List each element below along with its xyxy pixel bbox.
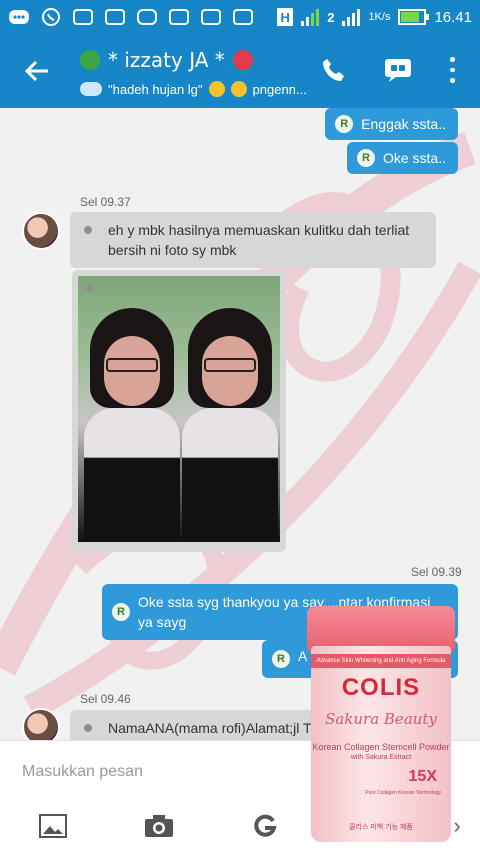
read-badge: R: [356, 149, 375, 167]
chat-title[interactable]: * izzaty JA *: [80, 48, 253, 72]
chat-subtitle: "hadeh hujan lg" pngenn...: [80, 81, 307, 97]
jar-korean-text: 콜리스 미백 기능 제품: [349, 824, 413, 831]
back-arrow-icon[interactable]: [22, 56, 52, 86]
face-icon: [208, 81, 225, 97]
product-jar: Advance Skin Whitening and Anti Aging Fo…: [307, 606, 455, 842]
whatsapp-icon: [40, 8, 62, 26]
status-text-2: pngenn...: [252, 81, 307, 97]
message-text: eh y mbk hasilnya memuaskan kulitku dah …: [108, 222, 410, 258]
network-type: H: [277, 8, 294, 26]
jar-small-text: Pure Collagen Korean Technology: [365, 790, 441, 796]
avatar[interactable]: [22, 212, 60, 250]
status-text: "hadeh hujan lg": [108, 81, 203, 97]
camera-icon[interactable]: [144, 811, 174, 841]
speed: 1K/s: [368, 11, 391, 23]
message-input[interactable]: [22, 757, 302, 787]
message-timestamp: Sel 09.37: [80, 195, 131, 209]
gallery-icon: [104, 8, 126, 26]
signal-icon-2: [342, 8, 361, 26]
jar-line: Korean Collagen Stemcell Powder: [312, 742, 450, 752]
status-dot: [84, 226, 92, 234]
jar-multiplier: 15X: [408, 768, 437, 785]
message-timestamp: Sel 09.46: [80, 692, 131, 706]
status-dot: [86, 284, 94, 292]
image-icon[interactable]: [38, 811, 68, 841]
instagram-icon: [136, 8, 158, 26]
jar-band: Advance Skin Whitening and Anti Aging Fo…: [311, 654, 451, 668]
read-badge: R: [272, 650, 290, 668]
overflow-menu-icon[interactable]: [436, 54, 468, 86]
signal-icon: [301, 8, 320, 26]
message-dots-icon: [8, 8, 30, 26]
message-text: A: [298, 648, 308, 664]
contact-name: * izzaty JA *: [108, 48, 225, 72]
avatar[interactable]: [22, 708, 60, 740]
status-bar: H 2 1K/s 16.41: [0, 0, 480, 34]
jar-line-2: with Sakura Extract: [350, 754, 412, 761]
network-type-2: 2: [327, 9, 335, 25]
image-message[interactable]: [72, 270, 286, 552]
message-text: Oke ssta..: [382, 150, 446, 166]
status-dot: [84, 724, 92, 732]
message-text: Enggak ssta..: [361, 116, 446, 132]
face-icon: [230, 81, 247, 97]
google-icon[interactable]: [250, 811, 280, 841]
bbm-icon: [168, 8, 190, 26]
message-timestamp: Sel 09.39: [411, 565, 462, 579]
bbm-icon: [232, 8, 254, 26]
jar-label: Advance Skin Whitening and Anti Aging Fo…: [311, 646, 451, 842]
clover-icon: [80, 50, 100, 70]
message-text: NamaANA(mama rofi)Alamat;jl Tin: [108, 720, 322, 736]
battery-icon: [398, 9, 430, 25]
phone-icon[interactable]: [318, 54, 350, 86]
read-badge: R: [112, 603, 130, 621]
clock: 16.41: [434, 8, 472, 26]
jar-logo: COLIS: [341, 674, 421, 701]
rose-icon: [232, 50, 253, 70]
photo: [78, 276, 280, 542]
jar-script: Sakura Beauty: [325, 710, 437, 728]
read-badge: R: [335, 115, 354, 133]
message-outgoing[interactable]: R Enggak ssta..: [325, 108, 458, 140]
bbm-icon: [72, 8, 94, 26]
message-outgoing[interactable]: R Oke ssta..: [346, 142, 458, 174]
cloud-icon: [80, 82, 102, 96]
person-left: [84, 308, 180, 542]
message-incoming[interactable]: eh y mbk hasilnya memuaskan kulitku dah …: [70, 212, 436, 268]
app-bar: * izzaty JA * "hadeh hujan lg" pngenn...: [0, 34, 480, 108]
bbm-video-icon[interactable]: [382, 54, 414, 86]
person-right: [182, 308, 278, 542]
bbm-icon: [200, 8, 222, 26]
